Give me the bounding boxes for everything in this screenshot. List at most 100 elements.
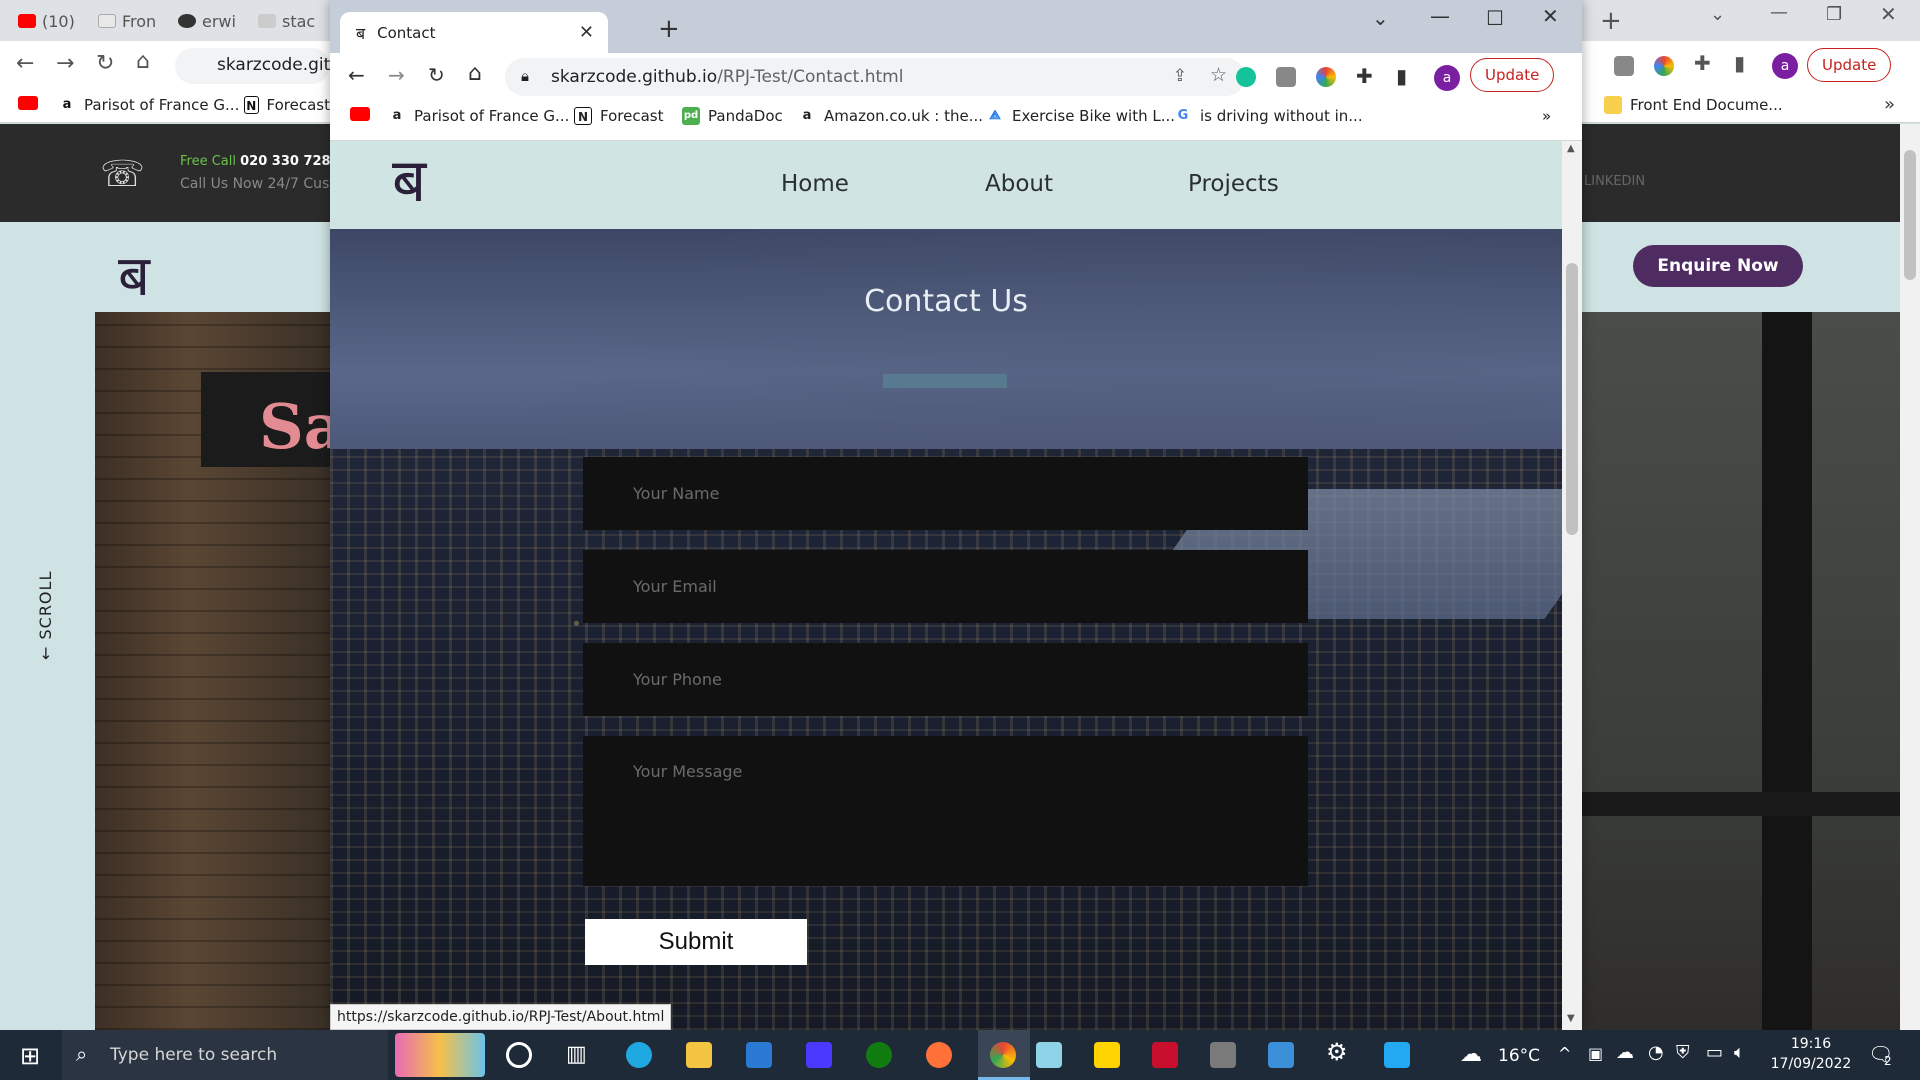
mcafee-icon[interactable] [1152,1042,1178,1068]
windows-start-icon[interactable]: ⊞ [20,1042,40,1070]
color-picker-icon[interactable] [1316,67,1336,87]
back-icon[interactable]: ← [348,63,365,87]
more-bookmarks-icon[interactable]: » [1542,107,1551,125]
minimize-icon[interactable]: — [1430,4,1450,28]
bookmark-youtube[interactable] [18,96,38,110]
home-icon[interactable]: ⌂ [136,49,150,74]
bookmark-forecast[interactable]: N Forecast [244,96,330,114]
bookmark-exercise-bike[interactable]: ⟁ Exercise Bike with L... [986,107,1175,125]
share-icon[interactable]: ⇪ [1173,66,1187,86]
background-url-field[interactable]: skarzcode.githu [175,48,352,84]
task-view-icon[interactable]: ▥ [566,1042,592,1068]
restore-icon[interactable]: ❐ [1826,4,1842,25]
scrollbar-thumb[interactable] [1566,263,1578,535]
bookmark-amazon[interactable]: a Amazon.co.uk : the... [798,107,983,125]
nav-about[interactable]: About [985,171,1053,197]
wifi-icon[interactable]: ◔ [1648,1042,1664,1063]
background-scrollbar[interactable] [1900,124,1920,1030]
bookmark-parisot[interactable]: a Parisot of France G... [58,96,240,114]
name-field[interactable]: Your Name [583,457,1308,530]
tab-search-icon[interactable]: ⌄ [1372,6,1389,30]
bookmark-pandadoc[interactable]: pd PandaDoc [682,107,783,125]
search-highlight-icon[interactable] [395,1033,485,1077]
more-bookmarks-icon[interactable]: » [1884,94,1895,115]
photos-icon[interactable] [1268,1042,1294,1068]
scroll-up-icon[interactable]: ▲ [1567,143,1575,154]
clock-date[interactable]: 17/09/2022 [1766,1056,1856,1072]
message-field[interactable]: Your Message [583,736,1308,886]
back-icon[interactable]: ← [16,51,34,76]
clock-time[interactable]: 19:16 [1776,1036,1846,1052]
bookmark-parisot[interactable]: a Parisot of France G... [388,107,570,125]
edge-icon[interactable] [626,1042,652,1068]
chrome-icon[interactable] [990,1042,1016,1068]
bookmark-front-end-docs[interactable]: Front End Docume... [1604,96,1783,114]
forward-icon[interactable]: → [56,51,74,76]
scroll-down-icon[interactable]: ▼ [1567,1013,1575,1024]
sticky-notes-icon[interactable] [1094,1042,1120,1068]
security-icon[interactable]: ⛨ [1676,1042,1690,1063]
forward-icon[interactable]: → [388,63,405,87]
app-icon[interactable] [1036,1042,1062,1068]
settings-gear-icon[interactable]: ⚙ [1326,1038,1352,1066]
puzzle-extensions-icon[interactable]: ✚ [1356,64,1373,88]
nav-projects[interactable]: Projects [1188,171,1279,197]
tray-device-icon[interactable]: ▣ [1588,1044,1603,1063]
background-tab-stack[interactable]: stac [258,8,318,34]
onedrive-icon[interactable]: ☁ [1616,1042,1634,1063]
close-window-icon[interactable]: ✕ [1880,2,1897,26]
file-explorer-icon[interactable] [686,1042,712,1068]
update-button[interactable]: Update [1470,58,1555,92]
submit-button[interactable]: Submit [585,919,807,965]
bookmark-youtube[interactable] [350,107,370,121]
page-scrollbar[interactable]: ▲ ▼ [1562,141,1582,1030]
side-panel-icon[interactable]: ▮ [1734,51,1745,75]
new-tab-icon[interactable]: + [1600,6,1622,36]
nav-home[interactable]: Home [781,171,849,197]
battery-icon[interactable]: ▭ [1706,1042,1723,1063]
bookmark-driving[interactable]: Gis driving without in... [1174,107,1363,125]
unity-icon[interactable] [1210,1042,1236,1068]
taskbar-search[interactable]: ⌕ Type here to search [62,1030,388,1080]
url-field[interactable]: 🔒︎ skarzcode.github.io/RPJ-Test/Contact.… [505,58,1245,96]
color-picker-icon[interactable] [1654,56,1674,76]
tab-contact[interactable]: ब Contact ✕ [340,12,608,53]
mail-icon[interactable] [746,1042,772,1068]
email-field[interactable]: Your Email [583,550,1308,623]
background-tab-youtube[interactable]: (10) [18,8,75,34]
profile-avatar[interactable]: a [1434,65,1460,91]
site-logo[interactable]: ब [392,151,426,211]
reload-icon[interactable]: ↻ [96,51,114,76]
firefox-icon[interactable] [926,1042,952,1068]
volume-icon[interactable]: 🔈︎ [1734,1042,1745,1063]
tray-chevron-icon[interactable]: ^ [1558,1044,1571,1063]
extension-help-icon[interactable] [1614,56,1634,76]
home-icon[interactable]: ⌂ [468,61,482,86]
background-tab-front[interactable]: Fron [98,8,158,34]
puzzle-extensions-icon[interactable]: ✚ [1694,51,1711,75]
extension-help-icon[interactable] [1276,67,1296,87]
grammarly-icon[interactable] [1236,67,1256,87]
bookmark-star-icon[interactable]: ☆ [1210,64,1227,86]
weather-icon[interactable]: ☁ [1460,1042,1482,1067]
profile-avatar[interactable]: a [1772,53,1798,79]
phone-field[interactable]: Your Phone [583,643,1308,716]
tab-search-icon[interactable]: ⌄ [1710,4,1725,25]
cortana-icon[interactable] [506,1042,532,1068]
bookmark-forecast[interactable]: N Forecast [574,107,663,125]
background-site-logo[interactable]: ब [118,236,150,312]
app-icon[interactable] [806,1042,832,1068]
close-tab-icon[interactable]: ✕ [579,22,594,43]
maximize-icon[interactable]: ☐ [1486,6,1504,30]
enquire-now-button[interactable]: Enquire Now [1633,245,1803,287]
linkedin-link[interactable]: LINKEDIN [1584,174,1645,189]
vscode-icon[interactable] [1384,1042,1410,1068]
reload-icon[interactable]: ↻ [428,63,445,87]
xbox-icon[interactable] [866,1042,892,1068]
weather-temp[interactable]: 16°C [1498,1046,1540,1066]
close-window-icon[interactable]: ✕ [1542,4,1559,28]
background-tab-github[interactable]: erwi [178,8,238,34]
minimize-icon[interactable]: — [1770,2,1788,23]
new-tab-icon[interactable]: + [658,14,680,44]
background-update-button[interactable]: Update [1807,48,1892,82]
